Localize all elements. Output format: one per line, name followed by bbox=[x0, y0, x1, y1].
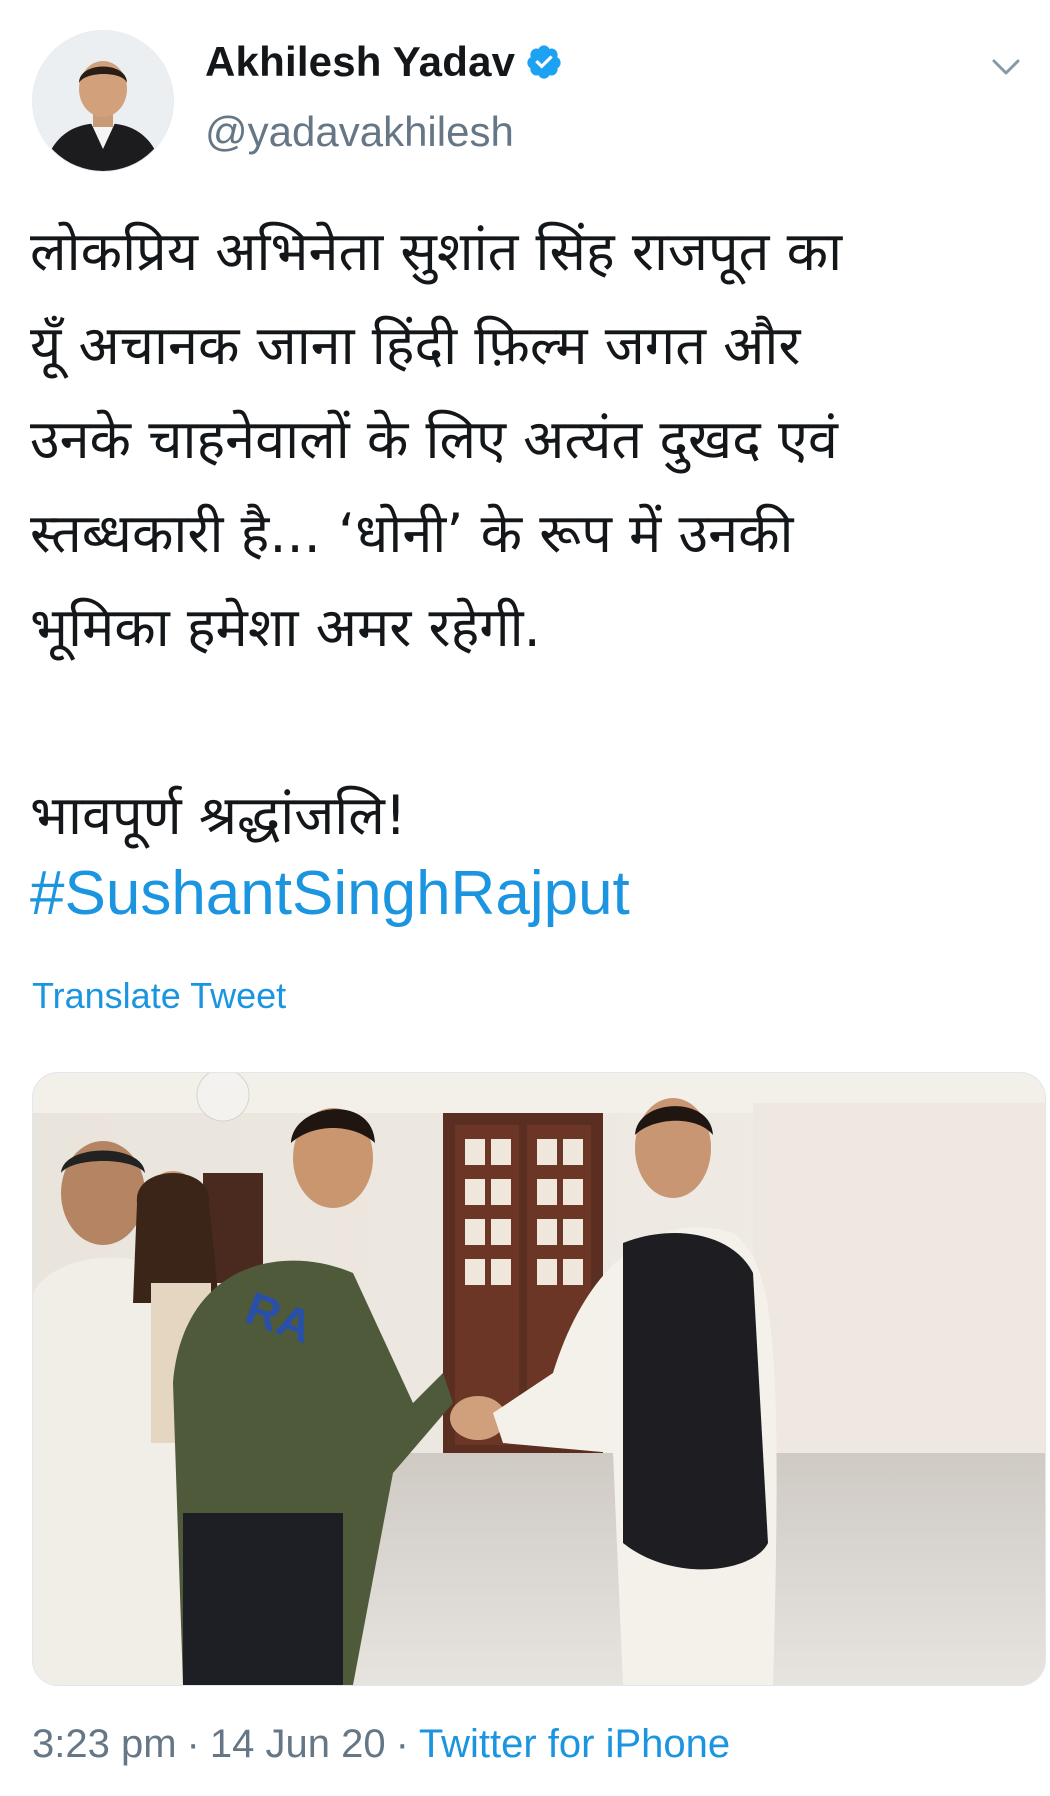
author-handle[interactable]: @yadavakhilesh bbox=[205, 108, 514, 156]
display-name[interactable]: Akhilesh Yadav bbox=[205, 38, 515, 86]
tweet-text: लोकप्रिय अभिनेता सुशांत सिंह राजपूत का य… bbox=[30, 205, 1020, 933]
verified-badge-icon bbox=[525, 43, 563, 81]
tweet-photo[interactable]: RA bbox=[32, 1072, 1046, 1686]
author-name-row[interactable]: Akhilesh Yadav bbox=[205, 38, 563, 86]
translate-tweet-link[interactable]: Translate Tweet bbox=[32, 975, 286, 1017]
meta-separator: · bbox=[395, 1722, 409, 1766]
avatar-image bbox=[33, 31, 173, 171]
tweet-line: स्तब्धकारी है... ‘धोनी’ के रूप में उनकी bbox=[30, 502, 794, 565]
tweet-date: 14 Jun 20 bbox=[209, 1722, 386, 1766]
tweet-metadata: 3:23 pm · 14 Jun 20 · Twitter for iPhone bbox=[32, 1722, 730, 1767]
tweet-line: उनके चाहनेवालों के लिए अत्यंत दुखद एवं bbox=[30, 408, 838, 471]
tweet-source-link[interactable]: Twitter for iPhone bbox=[419, 1722, 730, 1766]
tweet-tribute: भावपूर्ण श्रद्धांजलि! bbox=[30, 784, 407, 847]
meta-separator: · bbox=[186, 1722, 200, 1766]
avatar[interactable] bbox=[32, 30, 174, 172]
tweet-line: लोकप्रिय अभिनेता सुशांत सिंह राजपूत का bbox=[30, 220, 843, 283]
tweet-time: 3:23 pm bbox=[32, 1722, 177, 1766]
photo-image: RA bbox=[33, 1073, 1045, 1685]
hashtag-link[interactable]: #SushantSinghRajput bbox=[30, 859, 630, 928]
tweet-line: यूँ अचानक जाना हिंदी फ़िल्म जगत और bbox=[30, 314, 801, 377]
chevron-down-icon[interactable] bbox=[986, 52, 1026, 82]
tweet-line: भूमिका हमेशा अमर रहेगी. bbox=[30, 596, 541, 659]
